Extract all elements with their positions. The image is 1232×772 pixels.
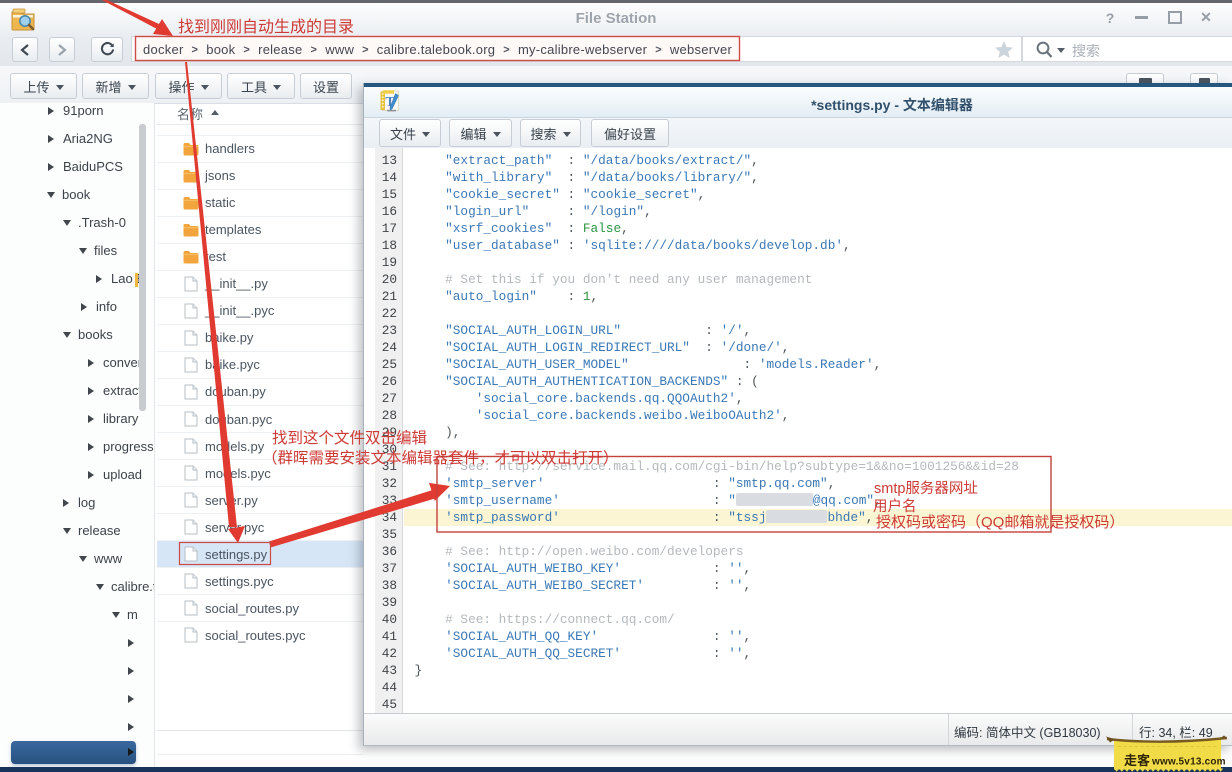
svg-text:www.5v13.com: www.5v13.com — [1151, 757, 1226, 768]
svg-text:走客: 走客 — [1124, 753, 1150, 768]
